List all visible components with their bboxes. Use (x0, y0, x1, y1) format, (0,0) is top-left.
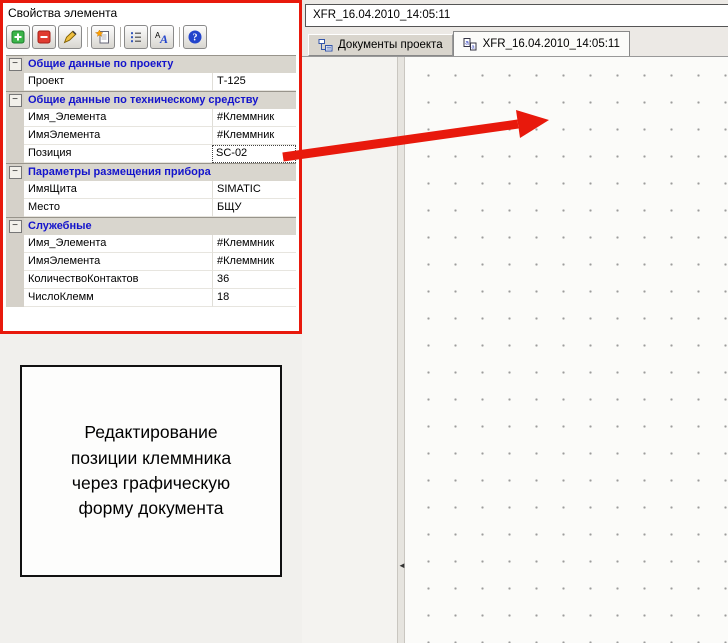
property-row: ПроектТ-125 (6, 73, 296, 91)
property-row: ИмяЩитаSIMATIC (6, 181, 296, 199)
terminal-block-diagram[interactable] (405, 57, 728, 643)
svg-text:A: A (159, 32, 168, 45)
property-name: Место (24, 199, 212, 217)
toolbar-separator (87, 27, 88, 47)
row-gutter (6, 127, 24, 145)
document-title: XFR_16.04.2010_14:05:11 (305, 4, 728, 27)
property-row: МестоБЩУ (6, 199, 296, 217)
property-row: ПозицияSC-02 (6, 145, 296, 163)
callout-box: Редактирование позиции клеммника через г… (20, 365, 282, 577)
drawing-canvas[interactable] (405, 57, 728, 643)
tab-label: Документы проекта (338, 39, 443, 51)
tab-document-xfr[interactable]: a a XFR_16.04.2010_14:05:11 (453, 31, 630, 56)
new-document-button[interactable] (91, 25, 115, 49)
new-document-icon (95, 29, 111, 45)
row-gutter (6, 235, 24, 253)
help-button[interactable]: ? (183, 25, 207, 49)
property-row: ЧислоКлемм18 (6, 289, 296, 307)
property-grid: −Общие данные по проектуПроектТ-125−Общи… (6, 55, 296, 328)
property-row: ИмяЭлемента#Клеммник (6, 253, 296, 271)
category-label: Параметры размещения прибора (24, 164, 296, 181)
property-row: ИмяЭлемента#Клеммник (6, 127, 296, 145)
category-row: −Общие данные по проекту (6, 55, 296, 73)
property-value[interactable]: БЩУ (212, 199, 296, 217)
add-button[interactable] (6, 25, 30, 49)
property-value[interactable]: #Клеммник (212, 109, 296, 127)
font-button[interactable]: A A (150, 25, 174, 49)
property-value[interactable]: Т-125 (212, 73, 296, 91)
property-value[interactable]: SC-02 (212, 145, 296, 163)
property-row: КоличествоКонтактов36 (6, 271, 296, 289)
screen: Свойства элемента (0, 0, 728, 643)
property-value[interactable]: #Клеммник (212, 253, 296, 271)
row-gutter (6, 109, 24, 127)
property-name: Имя_Элемента (24, 109, 212, 127)
property-value[interactable]: 18 (212, 289, 296, 307)
svg-text:a: a (465, 40, 469, 47)
property-name: Имя_Элемента (24, 235, 212, 253)
property-value[interactable]: #Клеммник (212, 127, 296, 145)
property-row: Имя_Элемента#Клеммник (6, 235, 296, 253)
row-gutter (6, 145, 24, 163)
row-gutter (6, 199, 24, 217)
row-gutter (6, 181, 24, 199)
property-name: ИмяЭлемента (24, 253, 212, 271)
category-gutter: − (6, 56, 24, 73)
properties-panel: Свойства элемента (0, 0, 302, 334)
svg-text:?: ? (193, 33, 198, 44)
properties-toolbar: A A ? (3, 23, 299, 51)
toolbar-separator (179, 27, 180, 47)
category-label: Общие данные по проекту (24, 56, 296, 73)
edit-icon (62, 29, 78, 45)
category-label: Служебные (24, 218, 296, 235)
splitter[interactable]: ◄ (397, 57, 405, 643)
edit-button[interactable] (58, 25, 82, 49)
font-icon: A A (154, 29, 170, 45)
thumbnail-strip (302, 57, 397, 643)
remove-icon (36, 29, 52, 45)
callout-text: Редактирование позиции клеммника через г… (71, 420, 231, 522)
property-name: ИмяЭлемента (24, 127, 212, 145)
row-gutter (6, 253, 24, 271)
tab-bar: Документы проекта a a XFR_16.04.2010_14:… (305, 29, 728, 56)
row-gutter (6, 289, 24, 307)
property-name: Позиция (24, 145, 212, 163)
tab-label: XFR_16.04.2010_14:05:11 (483, 38, 620, 50)
category-row: −Общие данные по техническому средству (6, 91, 296, 109)
row-gutter (6, 271, 24, 289)
collapse-button[interactable]: − (9, 166, 22, 179)
property-name: ИмяЩита (24, 181, 212, 199)
collapse-button[interactable]: − (9, 58, 22, 71)
document-pages-icon: a a (463, 37, 478, 51)
collapse-button[interactable]: − (9, 220, 22, 233)
help-icon: ? (187, 29, 203, 45)
properties-panel-title: Свойства элемента (3, 3, 299, 23)
property-value[interactable]: #Клеммник (212, 235, 296, 253)
category-gutter: − (6, 92, 24, 109)
category-gutter: − (6, 218, 24, 235)
remove-button[interactable] (32, 25, 56, 49)
toolbar-separator (120, 27, 121, 47)
category-row: −Служебные (6, 217, 296, 235)
row-gutter (6, 73, 24, 91)
property-value[interactable]: 36 (212, 271, 296, 289)
document-panel: XFR_16.04.2010_14:05:11 Документы проект… (302, 0, 728, 643)
collapse-button[interactable]: − (9, 94, 22, 107)
category-gutter: − (6, 164, 24, 181)
category-label: Общие данные по техническому средству (24, 92, 296, 109)
document-content: ◄ (302, 56, 728, 643)
property-name: ЧислоКлемм (24, 289, 212, 307)
property-value[interactable]: SIMATIC (212, 181, 296, 199)
property-row: Имя_Элемента#Клеммник (6, 109, 296, 127)
project-tree-icon (318, 38, 333, 52)
list-icon (128, 29, 144, 45)
list-button[interactable] (124, 25, 148, 49)
category-row: −Параметры размещения прибора (6, 163, 296, 181)
property-name: КоличествоКонтактов (24, 271, 212, 289)
tab-project-documents[interactable]: Документы проекта (308, 34, 453, 56)
property-name: Проект (24, 73, 212, 91)
add-icon (10, 29, 26, 45)
